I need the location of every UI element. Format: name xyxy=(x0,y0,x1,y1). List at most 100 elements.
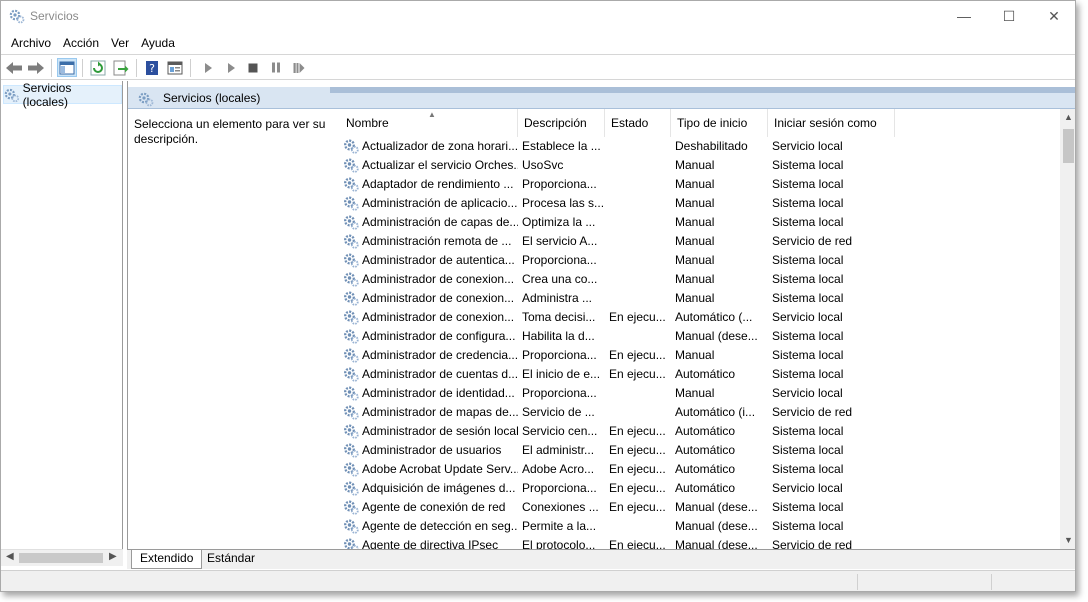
table-row[interactable]: Actualizar el servicio Orches... UsoSvc Ma… xyxy=(340,156,1060,175)
tree-item-services-local[interactable]: Servicios (locales) xyxy=(3,81,122,109)
column-header-estado[interactable]: Estado xyxy=(605,109,671,137)
table-row[interactable]: Adobe Acrobat Update Serv... Adobe Acro..… xyxy=(340,460,1060,479)
service-startup-type: Automático xyxy=(675,462,736,476)
service-logon-as: Sistema local xyxy=(772,519,844,533)
menu-ver[interactable]: Ver xyxy=(105,33,135,53)
service-description: El protocolo... xyxy=(522,538,596,549)
table-row[interactable]: Administrador de mapas de... Servicio de … xyxy=(340,403,1060,422)
table-row[interactable]: Agente de directiva IPsec El protocolo...… xyxy=(340,536,1060,549)
scroll-up-icon[interactable]: ▲ xyxy=(1064,112,1073,122)
service-logon-as: Servicio local xyxy=(772,481,843,495)
table-row[interactable]: Administración remota de ... El servicio … xyxy=(340,232,1060,251)
service-name-text: Adaptador de rendimiento ... xyxy=(362,177,514,191)
show-hide-tree-icon[interactable] xyxy=(57,58,77,77)
service-startup-type: Deshabilitado xyxy=(675,139,748,153)
table-row[interactable]: Adaptador de rendimiento ... Proporciona.… xyxy=(340,175,1060,194)
service-name: Administrador de configura... xyxy=(340,327,518,346)
menu-accion[interactable]: Acción xyxy=(57,33,105,53)
service-gear-icon xyxy=(344,139,359,154)
menu-archivo[interactable]: Archivo xyxy=(5,33,57,53)
table-row[interactable]: Actualizador de zona horari... Establece … xyxy=(340,137,1060,156)
scroll-thumb[interactable] xyxy=(19,553,103,563)
service-startup-type: Manual xyxy=(675,234,715,248)
scroll-right-icon[interactable]: ▶ xyxy=(109,551,117,562)
service-name-text: Administrador de mapas de... xyxy=(362,405,518,419)
table-row[interactable]: Administrador de sesión local Servicio ce… xyxy=(340,422,1060,441)
forward-arrow-icon[interactable] xyxy=(26,58,46,77)
table-row[interactable]: Administrador de usuarios El administr...… xyxy=(340,441,1060,460)
menu-bar: Archivo Acción Ver Ayuda xyxy=(1,32,1075,54)
table-row[interactable]: Administración de aplicacio... Procesa la… xyxy=(340,194,1060,213)
column-header-tipo-inicio[interactable]: Tipo de inicio xyxy=(671,109,768,137)
service-name-text: Agente de directiva IPsec xyxy=(362,538,499,549)
close-button[interactable]: ✕ xyxy=(1031,1,1075,31)
minimize-button[interactable]: — xyxy=(941,1,987,31)
maximize-button[interactable]: ☐ xyxy=(986,1,1032,31)
pause-icon[interactable] xyxy=(266,58,286,77)
tree-horizontal-scrollbar[interactable]: ◀ ▶ xyxy=(1,549,123,566)
service-status xyxy=(605,194,671,213)
service-name-text: Administración de aplicacio... xyxy=(362,196,518,210)
scroll-left-icon[interactable]: ◀ xyxy=(6,551,14,562)
stop-icon[interactable] xyxy=(243,58,263,77)
service-description: Adobe Acro... xyxy=(522,462,595,476)
table-row[interactable]: Administrador de configura... Habilita la… xyxy=(340,327,1060,346)
service-description: Establece la ... xyxy=(522,139,601,153)
status-bar xyxy=(1,570,1075,591)
service-logon-as: Sistema local xyxy=(772,462,844,476)
list-header: ▲ Nombre Descripción Estado Tipo de inic… xyxy=(340,109,1060,137)
table-row[interactable]: Administrador de conexion... Administra .… xyxy=(340,289,1060,308)
service-name: Administrador de mapas de... xyxy=(340,403,518,422)
back-arrow-icon[interactable] xyxy=(4,58,24,77)
help-icon[interactable]: ? xyxy=(142,58,162,77)
services-list: ▲ Nombre Descripción Estado Tipo de inic… xyxy=(340,109,1060,549)
resume-icon[interactable] xyxy=(289,58,309,77)
service-logon-as: Sistema local xyxy=(772,329,844,343)
table-row[interactable]: Administrador de conexion... Toma decisi.… xyxy=(340,308,1060,327)
service-status xyxy=(605,384,671,403)
table-row[interactable]: Administrador de autentica... Proporciona… xyxy=(340,251,1060,270)
table-row[interactable]: Administrador de credencia... Proporciona… xyxy=(340,346,1060,365)
service-status xyxy=(605,270,671,289)
service-startup-type: Manual xyxy=(675,291,715,305)
service-startup-type: Automático xyxy=(675,443,736,457)
service-logon-as: Sistema local xyxy=(772,215,844,229)
service-logon-as: Sistema local xyxy=(772,272,844,286)
service-startup-type: Manual (dese... xyxy=(675,329,758,343)
play-icon[interactable] xyxy=(198,58,218,77)
service-status: En ejecu... xyxy=(609,500,666,514)
service-startup-type: Manual xyxy=(675,158,715,172)
service-description: Administra ... xyxy=(522,291,593,305)
table-row[interactable]: Administración de capas de... Optimiza la… xyxy=(340,213,1060,232)
service-startup-type: Manual (dese... xyxy=(675,519,758,533)
refresh-icon[interactable] xyxy=(88,58,108,77)
scroll-down-icon[interactable]: ▼ xyxy=(1064,535,1073,545)
column-header-iniciar-sesion[interactable]: Iniciar sesión como xyxy=(768,109,895,137)
tab-estandar[interactable]: Estándar xyxy=(199,550,263,569)
service-name-text: Administrador de sesión local xyxy=(362,424,518,438)
table-row[interactable]: Agente de detección en seg... Permite a l… xyxy=(340,517,1060,536)
column-header-descripcion[interactable]: Descripción xyxy=(518,109,605,137)
menu-ayuda[interactable]: Ayuda xyxy=(135,33,181,53)
table-row[interactable]: Administrador de identidad... Proporciona… xyxy=(340,384,1060,403)
service-gear-icon xyxy=(344,443,359,458)
table-row[interactable]: Agente de conexión de red Conexiones ... E… xyxy=(340,498,1060,517)
list-vertical-scrollbar[interactable]: ▲ ▼ xyxy=(1060,109,1075,549)
service-logon-as: Servicio de red xyxy=(772,405,853,419)
table-row[interactable]: Adquisición de imágenes d... Proporciona.… xyxy=(340,479,1060,498)
play-outline-icon[interactable] xyxy=(221,58,241,77)
service-name-text: Agente de conexión de red xyxy=(362,500,506,514)
export-list-icon[interactable] xyxy=(111,58,131,77)
column-header-nombre[interactable]: Nombre xyxy=(340,109,518,137)
service-name: Actualizador de zona horari... xyxy=(340,137,518,156)
service-logon-as: Servicio de red xyxy=(772,234,853,248)
service-gear-icon xyxy=(344,329,359,344)
table-row[interactable]: Administrador de conexion... Crea una co.… xyxy=(340,270,1060,289)
scroll-thumb[interactable] xyxy=(1063,129,1074,163)
tab-extendido[interactable]: Extendido xyxy=(131,550,203,569)
service-logon-as: Servicio local xyxy=(772,310,843,324)
table-row[interactable]: Administrador de cuentas d... El inicio d… xyxy=(340,365,1060,384)
service-status xyxy=(605,403,671,422)
service-startup-type: Automático xyxy=(675,424,736,438)
properties-icon[interactable] xyxy=(165,58,185,77)
